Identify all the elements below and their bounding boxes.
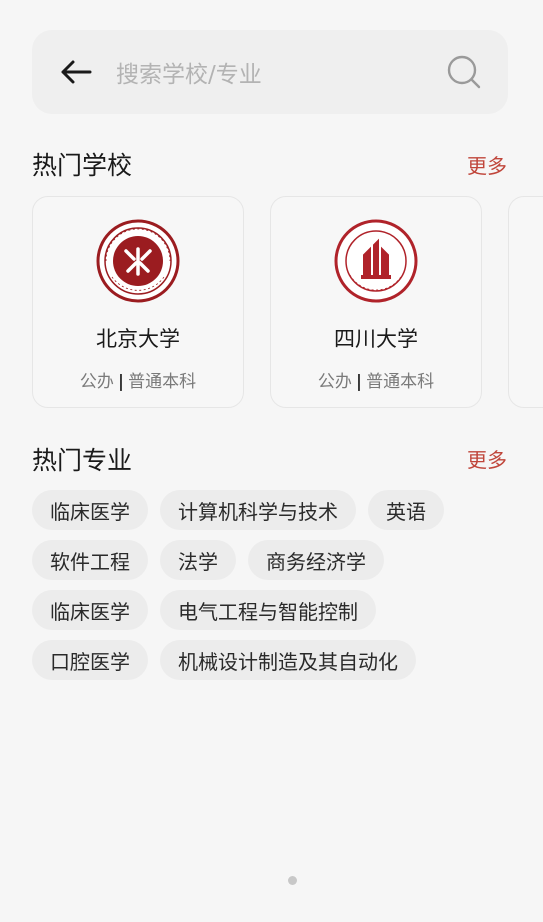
major-tag[interactable]: 口腔医学 [32,640,148,680]
school-card-peking[interactable]: 北京大学 公办 | 普通本科 [32,196,244,408]
arrow-left-icon[interactable] [56,52,96,92]
search-icon[interactable] [444,52,484,92]
tag-row: 临床医学 电气工程与智能控制 [32,590,492,630]
major-tag[interactable]: 临床医学 [32,590,148,630]
hot-schools-title: 热门学校 [32,151,133,180]
school-card-sichuan[interactable]: 四川大学 公办 | 普通本科 [270,196,482,408]
page: 搜索学校/专业 热门学校 更多 北京大学 公办 | 普通本科 四川大学 公办 |… [0,0,543,922]
school-meta: 公办 | 普通本科 [79,372,197,392]
major-tag[interactable]: 计算机科学与技术 [160,490,356,530]
school-type: 公办 [79,372,114,392]
tag-row: 口腔医学 机械设计制造及其自动化 [32,640,492,680]
major-tag-list: 临床医学 计算机科学与技术 英语 软件工程 法学 商务经济学 临床医学 电气工程… [32,490,492,690]
hot-schools-more-link[interactable]: 更多 [467,150,507,179]
major-tag[interactable]: 机械设计制造及其自动化 [160,640,416,680]
major-tag[interactable]: 商务经济学 [248,540,384,580]
hot-majors-more-link[interactable]: 更多 [467,444,507,473]
page-indicator-dot [288,876,297,885]
major-tag[interactable]: 软件工程 [32,540,148,580]
major-tag[interactable]: 法学 [160,540,236,580]
school-card-list: 北京大学 公办 | 普通本科 四川大学 公办 | 普通本科 [32,196,543,408]
school-level: 普通本科 [128,372,197,392]
search-input[interactable]: 搜索学校/专业 [116,55,444,89]
major-tag[interactable]: 临床医学 [32,490,148,530]
school-level: 普通本科 [366,372,435,392]
school-card-partial[interactable] [508,196,543,408]
major-tag[interactable]: 电气工程与智能控制 [160,590,376,630]
hot-majors-title: 热门专业 [32,446,133,475]
school-type: 公办 [317,372,352,392]
tag-row: 软件工程 法学 商务经济学 [32,540,492,580]
school-name: 北京大学 [96,327,180,351]
major-tag[interactable]: 英语 [368,490,444,530]
tag-row: 临床医学 计算机科学与技术 英语 [32,490,492,530]
sichuan-university-logo-icon [334,219,418,303]
school-meta: 公办 | 普通本科 [317,372,435,392]
peking-university-logo-icon [96,219,180,303]
search-bar[interactable]: 搜索学校/专业 [32,30,508,114]
school-name: 四川大学 [334,327,418,351]
